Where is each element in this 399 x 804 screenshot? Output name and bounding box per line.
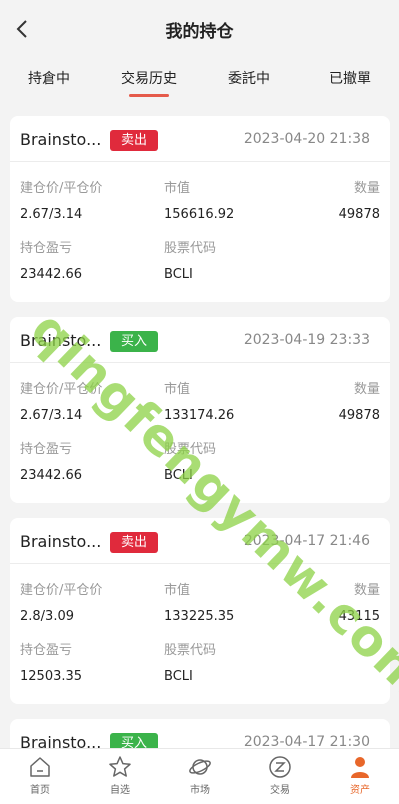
trade-card[interactable]: Brainsto... 卖出 2023-04-20 21:38 建仓价/平仓价 … — [10, 116, 390, 302]
market-value-value: 133225.35 — [164, 609, 235, 624]
tab-trade-history[interactable]: 交易历史 — [121, 68, 177, 97]
quantity-value: 49878 — [338, 207, 380, 222]
trade-card-header: Brainsto... 卖出 2023-04-17 21:46 — [10, 518, 390, 564]
pnl-label: 持仓盈亏 — [20, 643, 73, 658]
user-icon — [351, 757, 369, 778]
nav-watchlist-label: 自选 — [110, 785, 130, 796]
header: 我的持仓 — [0, 0, 399, 58]
bottom-nav: 首页 自选 市场 交易 资产 — [0, 748, 399, 804]
stock-name: Brainsto... — [20, 130, 102, 149]
page-title: 我的持仓 — [165, 22, 234, 42]
cost-price-label: 建仓价/平仓价 — [20, 181, 103, 196]
tab-holding[interactable]: 持倉中 — [28, 68, 70, 88]
cost-price-label: 建仓价/平仓价 — [20, 583, 103, 598]
cost-price-value: 2.67/3.14 — [20, 408, 83, 423]
quantity-value: 49878 — [338, 408, 380, 423]
star-icon — [109, 756, 131, 777]
stock-code-value: BCLI — [164, 669, 193, 684]
stock-code-label: 股票代码 — [164, 643, 217, 658]
stock-code-value: BCLI — [164, 468, 193, 483]
market-value-value: 156616.92 — [164, 207, 235, 222]
exchange-icon — [269, 756, 291, 778]
nav-home[interactable]: 首页 — [10, 755, 70, 796]
nav-assets-label: 资产 — [350, 785, 370, 796]
nav-trade-label: 交易 — [270, 785, 290, 796]
quantity-label: 数量 — [353, 181, 380, 196]
nav-trade[interactable]: 交易 — [250, 755, 310, 796]
cost-price-value: 2.8/3.09 — [20, 609, 74, 624]
trade-card-header: Brainsto... 买入 2023-04-19 23:33 — [10, 317, 390, 363]
quantity-label: 数量 — [353, 382, 380, 397]
side-badge: 卖出 — [110, 532, 158, 553]
nav-assets[interactable]: 资产 — [330, 755, 390, 796]
tab-bar: 持倉中 交易历史 委託中 已撤單 — [0, 58, 399, 102]
trade-card[interactable]: Brainsto... 买入 2023-04-19 23:33 建仓价/平仓价 … — [10, 317, 390, 503]
market-value-label: 市值 — [164, 382, 191, 397]
market-value-label: 市值 — [164, 583, 191, 598]
market-value-label: 市值 — [164, 181, 191, 196]
trade-card[interactable]: Brainsto... 卖出 2023-04-17 21:46 建仓价/平仓价 … — [10, 518, 390, 704]
trade-card-header: Brainsto... 卖出 2023-04-20 21:38 — [10, 116, 390, 162]
planet-icon — [189, 759, 211, 775]
nav-home-label: 首页 — [30, 785, 50, 796]
pnl-value: 12503.35 — [20, 669, 83, 684]
cost-price-value: 2.67/3.14 — [20, 207, 83, 222]
home-icon — [30, 757, 50, 777]
stock-name: Brainsto... — [20, 331, 102, 350]
tab-pending[interactable]: 委託中 — [228, 68, 270, 88]
pnl-value: 23442.66 — [20, 468, 83, 483]
stock-code-value: BCLI — [164, 267, 193, 282]
trade-time: 2023-04-20 21:38 — [243, 131, 370, 147]
cost-price-label: 建仓价/平仓价 — [20, 382, 103, 397]
stock-code-label: 股票代码 — [164, 241, 217, 256]
nav-watchlist[interactable]: 自选 — [90, 755, 150, 796]
nav-market-label: 市场 — [190, 785, 210, 796]
quantity-value: 43115 — [338, 609, 380, 624]
market-value-value: 133174.26 — [164, 408, 235, 423]
pnl-label: 持仓盈亏 — [20, 241, 73, 256]
trade-time: 2023-04-19 23:33 — [243, 332, 370, 348]
nav-market[interactable]: 市场 — [170, 755, 230, 796]
side-badge: 卖出 — [110, 130, 158, 151]
stock-name: Brainsto... — [20, 532, 102, 551]
pnl-value: 23442.66 — [20, 267, 83, 282]
tab-cancelled[interactable]: 已撤單 — [329, 68, 371, 88]
stock-code-label: 股票代码 — [164, 442, 217, 457]
side-badge: 买入 — [110, 331, 158, 352]
quantity-label: 数量 — [353, 583, 380, 598]
pnl-label: 持仓盈亏 — [20, 442, 73, 457]
trade-time: 2023-04-17 21:46 — [243, 533, 370, 549]
